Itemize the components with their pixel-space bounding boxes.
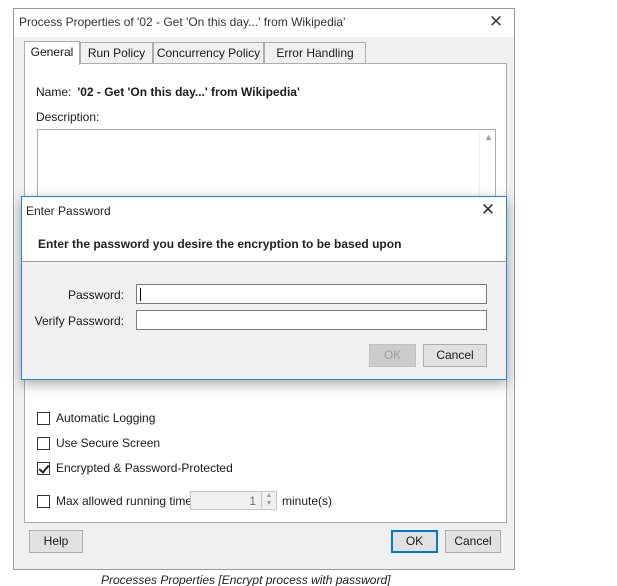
enter-password-dialog: Enter Password ✕ Enter the password you … <box>21 196 507 380</box>
ok-button[interactable]: OK <box>391 530 438 553</box>
modal-heading-band: Enter the password you desire the encryp… <box>22 225 506 262</box>
tab-error-handling[interactable]: Error Handling <box>264 42 366 64</box>
max-running-time-label: Max allowed running time <box>56 494 193 508</box>
max-time-unit: minute(s) <box>282 494 333 508</box>
tab-general[interactable]: General <box>24 41 80 65</box>
name-value: '02 - Get 'On this day...' from Wikipedi… <box>77 85 300 99</box>
tab-run-policy[interactable]: Run Policy <box>80 42 153 64</box>
chevron-up-icon[interactable]: ▲ <box>484 132 493 142</box>
name-label: Name: <box>36 85 72 99</box>
use-secure-screen-checkbox[interactable] <box>37 436 50 450</box>
verify-password-field[interactable] <box>136 310 487 330</box>
text-caret <box>140 288 141 301</box>
dialog-titlebar: Process Properties of '02 - Get 'On this… <box>14 9 514 37</box>
name-row: Name: '02 - Get 'On this day...' from Wik… <box>36 85 300 99</box>
modal-ok-button[interactable]: OK <box>369 344 416 367</box>
help-button[interactable]: Help <box>29 530 83 553</box>
use-secure-screen-option[interactable]: Use Secure Screen <box>37 435 160 451</box>
description-label: Description: <box>36 110 100 124</box>
modal-cancel-button[interactable]: Cancel <box>423 344 487 367</box>
tab-concurrency-policy[interactable]: Concurrency Policy <box>153 42 264 64</box>
verify-password-label: Verify Password: <box>34 314 124 328</box>
max-running-time-checkbox[interactable] <box>37 494 50 508</box>
encrypted-checkbox[interactable] <box>37 461 50 475</box>
chevron-down-icon[interactable]: ▼ <box>262 500 276 508</box>
max-running-time-option[interactable]: Max allowed running time <box>37 493 192 509</box>
chevron-up-icon[interactable]: ▲ <box>262 492 276 500</box>
password-field[interactable] <box>136 284 487 304</box>
modal-title: Enter Password <box>26 204 111 218</box>
stepper-arrows[interactable]: ▲ ▼ <box>261 492 276 509</box>
close-icon[interactable]: ✕ <box>484 11 508 33</box>
modal-titlebar: Enter Password ✕ <box>22 197 506 225</box>
modal-heading: Enter the password you desire the encryp… <box>38 237 402 251</box>
max-time-stepper[interactable]: 1 ▲ ▼ <box>190 491 277 510</box>
automatic-logging-option[interactable]: Automatic Logging <box>37 410 155 426</box>
encrypted-option[interactable]: Encrypted & Password-Protected <box>37 460 233 476</box>
automatic-logging-checkbox[interactable] <box>37 411 50 425</box>
encrypted-label: Encrypted & Password-Protected <box>56 461 233 475</box>
close-icon[interactable]: ✕ <box>476 199 500 221</box>
dialog-title: Process Properties of '02 - Get 'On this… <box>19 15 346 29</box>
figure-caption: Processes Properties [Encrypt process wi… <box>101 573 391 586</box>
cancel-button[interactable]: Cancel <box>445 530 501 553</box>
automatic-logging-label: Automatic Logging <box>56 411 156 425</box>
use-secure-screen-label: Use Secure Screen <box>56 436 161 450</box>
password-label: Password: <box>67 288 124 302</box>
max-time-value: 1 <box>249 494 256 508</box>
